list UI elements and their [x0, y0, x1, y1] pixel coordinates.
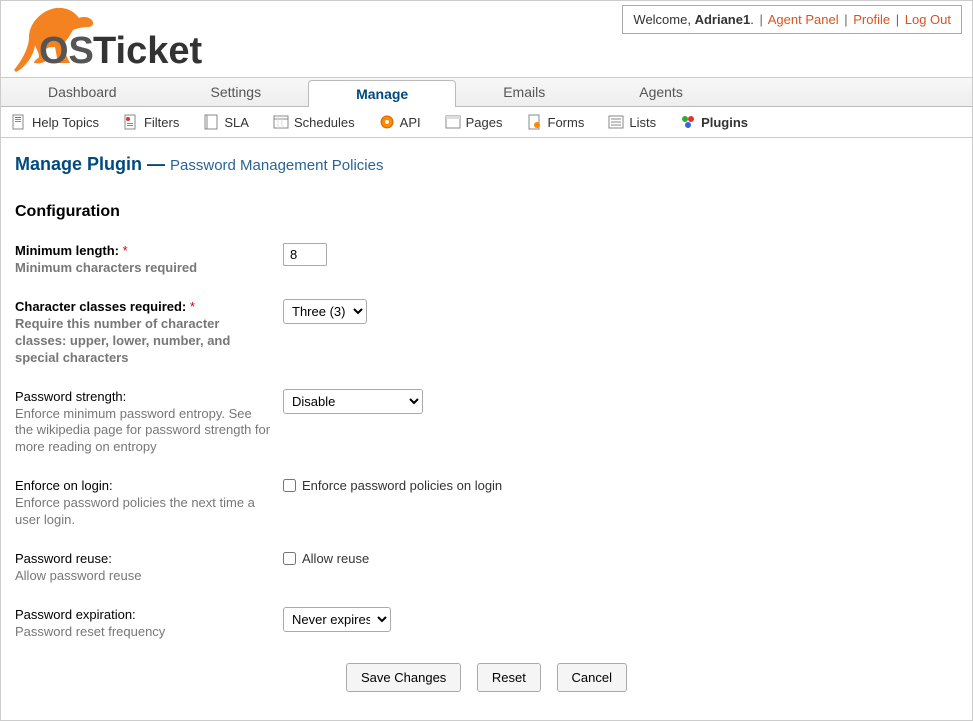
osticket-logo: OS Ticket — [11, 5, 211, 73]
char-classes-select[interactable]: Three (3) — [283, 299, 367, 324]
svg-text:OS: OS — [39, 30, 94, 72]
min-length-label: Minimum length: — [15, 243, 119, 258]
min-length-desc: Minimum characters required — [15, 260, 271, 277]
subtab-schedules[interactable]: Schedules — [273, 114, 355, 130]
row-reuse: Password reuse: Allow password reuse All… — [15, 551, 958, 585]
row-char-classes: Character classes required: * Require th… — [15, 299, 958, 367]
enforce-login-checkbox[interactable] — [283, 479, 296, 492]
subtab-pages[interactable]: Pages — [445, 114, 503, 130]
page-title: Manage Plugin — Password Management Poli… — [15, 154, 958, 175]
char-classes-label: Character classes required: — [15, 299, 186, 314]
plugins-icon — [680, 114, 696, 130]
sla-icon — [203, 114, 219, 130]
api-icon — [379, 114, 395, 130]
reset-button[interactable]: Reset — [477, 663, 541, 692]
min-length-input[interactable] — [283, 243, 327, 266]
filters-icon — [123, 114, 139, 130]
save-button[interactable]: Save Changes — [346, 663, 461, 692]
profile-link[interactable]: Profile — [853, 12, 890, 27]
logout-link[interactable]: Log Out — [905, 12, 951, 27]
reuse-checkbox[interactable] — [283, 552, 296, 565]
tab-agents[interactable]: Agents — [592, 78, 730, 106]
lists-icon — [608, 114, 624, 130]
section-title: Configuration — [15, 203, 958, 221]
tab-manage[interactable]: Manage — [308, 80, 456, 107]
user-info-box: Welcome, Adriane1. | Agent Panel | Profi… — [622, 5, 962, 34]
expiration-desc: Password reset frequency — [15, 624, 271, 641]
reuse-label: Password reuse: — [15, 551, 112, 566]
plugin-name: Password Management Policies — [170, 157, 383, 174]
subtab-filters[interactable]: Filters — [123, 114, 179, 130]
row-expiration: Password expiration: Password reset freq… — [15, 607, 958, 641]
page-content: Manage Plugin — Password Management Poli… — [1, 138, 972, 720]
row-strength: Password strength: Enforce minimum passw… — [15, 389, 958, 457]
config-form: Minimum length: * Minimum characters req… — [15, 243, 958, 641]
expiration-label: Password expiration: — [15, 607, 136, 622]
cancel-button[interactable]: Cancel — [557, 663, 627, 692]
enforce-login-cb-label: Enforce password policies on login — [302, 478, 502, 493]
tab-dashboard[interactable]: Dashboard — [1, 78, 164, 106]
welcome-text: Welcome, — [633, 12, 694, 27]
reuse-desc: Allow password reuse — [15, 568, 271, 585]
enforce-login-desc: Enforce password policies the next time … — [15, 495, 271, 529]
reuse-cb-label: Allow reuse — [302, 551, 369, 566]
subtab-plugins[interactable]: Plugins — [680, 114, 748, 130]
form-buttons: Save Changes Reset Cancel — [15, 663, 958, 692]
subtab-api[interactable]: API — [379, 114, 421, 130]
strength-desc: Enforce minimum password entropy. See th… — [15, 406, 271, 457]
sub-nav: Help Topics Filters SLA Schedules API Pa… — [1, 107, 972, 138]
subtab-help-topics[interactable]: Help Topics — [11, 114, 99, 130]
subtab-forms[interactable]: Forms — [527, 114, 585, 130]
enforce-login-label: Enforce on login: — [15, 478, 113, 493]
forms-icon — [527, 114, 543, 130]
pages-icon — [445, 114, 461, 130]
strength-label: Password strength: — [15, 389, 126, 404]
expiration-select[interactable]: Never expires — [283, 607, 391, 632]
svg-text:Ticket: Ticket — [93, 30, 202, 72]
header-bar: OS Ticket Welcome, Adriane1. | Agent Pan… — [1, 1, 972, 77]
row-min-length: Minimum length: * Minimum characters req… — [15, 243, 958, 277]
subtab-sla[interactable]: SLA — [203, 114, 249, 130]
strength-select[interactable]: Disable — [283, 389, 423, 414]
tab-emails[interactable]: Emails — [456, 78, 592, 106]
subtab-lists[interactable]: Lists — [608, 114, 656, 130]
main-nav: Dashboard Settings Manage Emails Agents — [1, 77, 972, 107]
schedules-icon — [273, 114, 289, 130]
username: Adriane1 — [695, 12, 751, 27]
char-classes-desc: Require this number of character classes… — [15, 316, 271, 367]
agent-panel-link[interactable]: Agent Panel — [768, 12, 839, 27]
help-topics-icon — [11, 114, 27, 130]
tab-settings[interactable]: Settings — [164, 78, 309, 106]
row-enforce-login: Enforce on login: Enforce password polic… — [15, 478, 958, 529]
